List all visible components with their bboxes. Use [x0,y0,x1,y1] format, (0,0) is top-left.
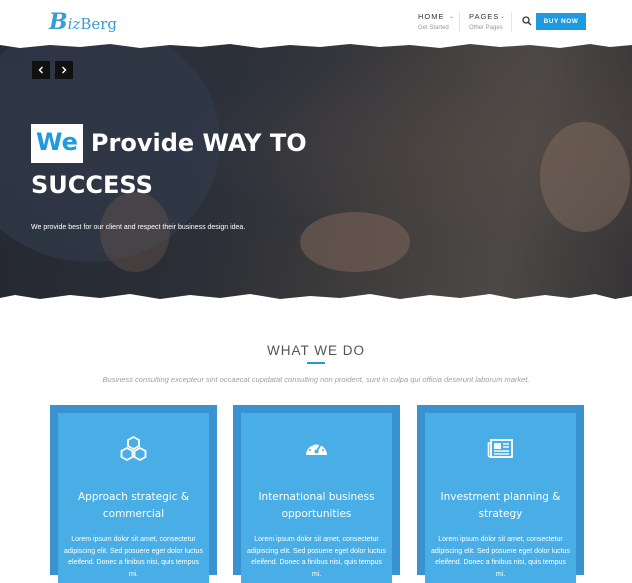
hero-subtitle: We provide best for our client and respe… [31,224,246,231]
service-card-title-line-1: International business [258,491,375,503]
service-card-title-line-2: commercial [102,508,165,520]
chevron-down-icon[interactable]: ⌄ [449,13,454,20]
service-card-investment[interactable]: Investment planning & strategy Lorem ips… [417,405,584,583]
service-card-title: International business opportunities [241,489,392,523]
section-description: Business consulting excepteur sint occae… [102,375,530,384]
chevron-down-icon[interactable]: ⌄ [500,13,505,20]
nav-item-pages-label: PAGES [469,12,500,21]
site-header: B iz Berg HOME Get Started ⌄ PAGES Other… [0,0,632,46]
service-card-approach[interactable]: Approach strategic & commercial Lorem ip… [50,405,217,583]
cubes-icon [120,435,147,462]
chevron-left-icon [38,66,43,74]
logo-letter: B [49,9,68,35]
section-title-underline [307,362,325,364]
nav-item-home-sub: Get Started [418,25,449,31]
slider-prev-button[interactable] [32,61,50,79]
logo-iz: iz [67,15,81,33]
nav-item-pages[interactable]: PAGES Other Pages [469,12,503,31]
service-card-text: Lorem ipsum dolor sit amet, consectetur … [64,536,203,578]
service-card-title: Investment planning & strategy [425,489,576,523]
service-card-title: Approach strategic & commercial [58,489,209,523]
service-card-title-line-1: Approach strategic & [77,491,190,503]
nav-item-home-label: HOME [418,12,445,21]
slider-next-button[interactable] [55,61,73,79]
service-card-international[interactable]: International business opportunities Lor… [233,405,400,583]
service-card-body: Investment planning & strategy Lorem ips… [425,413,576,583]
search-icon[interactable] [522,16,532,26]
service-card-text: Lorem ipsum dolor sit amet, consectetur … [431,536,570,578]
buy-now-button[interactable]: BUY NOW [536,13,586,30]
service-card-text: Lorem ipsum dolor sit amet, consectetur … [247,536,386,578]
nav-divider [459,12,460,32]
hero-title-text: Provide WAY TO [90,129,307,157]
service-card-body: International business opportunities Lor… [241,413,392,583]
service-card-body: Approach strategic & commercial Lorem ip… [58,413,209,583]
torn-edge-top [0,42,632,48]
hero-banner: We Provide WAY TO SUCCESS We provide bes… [0,42,632,302]
chevron-right-icon [62,66,67,74]
torn-edge-bottom [0,294,632,302]
service-card-title-line-2: strategy [478,508,523,520]
hero-title-line-2: SUCCESS [31,171,153,199]
site-logo[interactable]: B iz Berg [49,9,117,35]
hero-title-highlight: We [31,124,83,163]
nav-item-pages-sub: Other Pages [469,25,503,31]
service-card-title-line-1: Investment planning & [440,491,561,503]
service-card-title-line-2: opportunities [281,508,352,520]
nav-divider [511,12,512,32]
section-title: WHAT WE DO [267,343,365,358]
nav-item-home[interactable]: HOME Get Started [418,12,449,31]
newspaper-icon [487,439,513,458]
logo-wordmark: Berg [80,15,117,33]
dashboard-icon [306,442,327,455]
hero-title-line-1: We Provide WAY TO [31,124,307,163]
